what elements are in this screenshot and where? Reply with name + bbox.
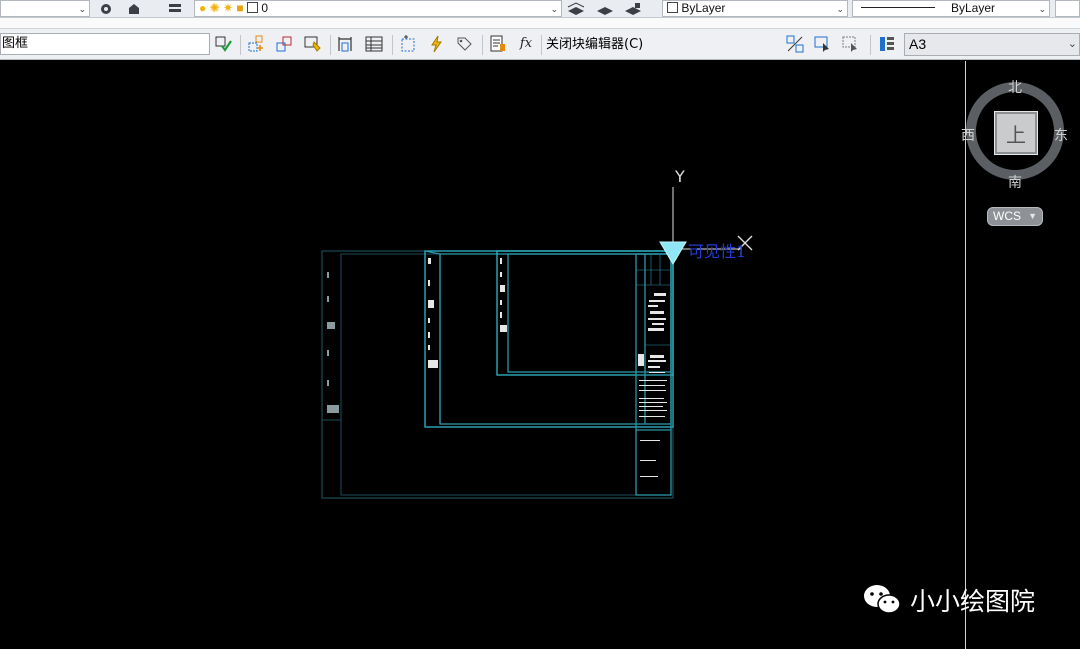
- layer-name: 0: [261, 1, 269, 15]
- linetype-sample: [861, 7, 935, 8]
- ucs-y-label: Y: [675, 167, 685, 186]
- close-block-editor-button[interactable]: 关闭块编辑器(C): [546, 35, 643, 55]
- wechat-icon: [864, 585, 901, 614]
- toolbar-separator: [541, 35, 542, 55]
- edit-block-icon[interactable]: [214, 35, 232, 52]
- make-visible-icon[interactable]: [814, 35, 832, 52]
- viewport-divider: [965, 61, 966, 649]
- watermark: 小小绘图院: [862, 583, 1035, 617]
- title-block-text: [638, 293, 667, 477]
- point-parameter-icon[interactable]: [400, 34, 418, 52]
- layer-isolate-icon[interactable]: [125, 0, 143, 17]
- linetype-combo[interactable]: ByLayer ⌄: [852, 0, 1050, 17]
- toolbar-separator: [392, 35, 393, 55]
- toolbar-separator: [870, 35, 871, 55]
- chevron-down-icon: ⌄: [550, 4, 558, 14]
- parameter-icon[interactable]: [337, 35, 355, 52]
- define-attribute-icon[interactable]: [248, 35, 266, 52]
- viewcube-top-face[interactable]: 上: [994, 111, 1038, 155]
- chevron-down-icon: ▼: [1028, 211, 1037, 221]
- toolbar-separator: [240, 35, 241, 55]
- visibility-states-icon[interactable]: [878, 35, 896, 52]
- ucs-origin-triangle: [659, 241, 687, 265]
- cad-window: ⌄ ● ✺ ✷ ■ 0 ⌄ ByLayer ⌄ ByLayer ⌄ 图框 fx …: [0, 0, 1080, 649]
- linetype-value: ByLayer: [950, 1, 995, 15]
- layer-previous-icon[interactable]: [596, 0, 614, 17]
- color-combo[interactable]: ByLayer ⌄: [662, 0, 848, 17]
- freeze-icon: ✷: [223, 1, 234, 15]
- color-swatch-icon: [667, 2, 678, 13]
- compass-north[interactable]: 北: [1008, 77, 1022, 97]
- visibility-state-select[interactable]: A3 ⌄: [904, 33, 1080, 56]
- layer-combo[interactable]: ● ✺ ✷ ■ 0 ⌄: [194, 0, 562, 17]
- action-lightning-icon[interactable]: [428, 35, 446, 52]
- layer-properties-icon[interactable]: [166, 0, 184, 17]
- block-editor-toolbar: 图框 fx 关闭块编辑器(C) A3 ⌄: [0, 29, 1080, 60]
- chevron-down-icon: ⌄: [1038, 4, 1046, 14]
- color-swatch-icon: [247, 2, 258, 13]
- chevron-down-icon: ⌄: [1067, 38, 1077, 50]
- gear-icon[interactable]: [97, 0, 115, 17]
- block-drawing: [321, 187, 753, 499]
- match-layer-icon[interactable]: [567, 0, 585, 17]
- manage-attribute-icon[interactable]: [276, 35, 294, 52]
- toolbar-spacer: [0, 18, 1080, 29]
- wcs-menu-button[interactable]: WCS ▼: [987, 207, 1043, 226]
- color-value: ByLayer: [681, 1, 726, 15]
- block-table-icon[interactable]: [365, 35, 383, 52]
- toolbar-separator: [482, 35, 483, 55]
- chevron-down-icon: ⌄: [78, 4, 86, 14]
- visibility-attribute-text[interactable]: 可见性1: [688, 238, 746, 262]
- block-name-field[interactable]: 图框: [0, 33, 210, 55]
- authoring-palettes-icon[interactable]: [304, 35, 322, 52]
- compass-east[interactable]: 东: [1054, 125, 1068, 145]
- wcs-label: WCS: [993, 209, 1021, 223]
- visibility-mode-icon[interactable]: [786, 35, 804, 52]
- watermark-text: 小小绘图院: [910, 587, 1036, 616]
- lock-icon: ■: [236, 1, 244, 15]
- layer-state-combo[interactable]: ⌄: [0, 0, 90, 17]
- properties-toolbar: ⌄ ● ✺ ✷ ■ 0 ⌄ ByLayer ⌄ ByLayer ⌄: [0, 0, 1080, 18]
- make-invisible-icon[interactable]: [842, 35, 860, 52]
- toolbar-separator: [330, 35, 331, 55]
- lineweight-combo[interactable]: [1055, 0, 1080, 17]
- left-strip-marks: [327, 272, 339, 413]
- compass-west[interactable]: 西: [961, 125, 975, 145]
- visibility-state-value: A3: [909, 36, 927, 52]
- grip-tag-icon[interactable]: [455, 35, 473, 52]
- compass-south[interactable]: 南: [1008, 172, 1022, 192]
- layer-walk-icon[interactable]: [624, 0, 642, 17]
- sun-icon: ✺: [209, 1, 220, 15]
- chevron-down-icon: ⌄: [836, 4, 844, 14]
- document-icon[interactable]: [489, 35, 507, 52]
- lightbulb-icon: ●: [199, 1, 207, 15]
- function-fx-icon[interactable]: fx: [517, 35, 535, 52]
- frame-small: [496, 250, 674, 376]
